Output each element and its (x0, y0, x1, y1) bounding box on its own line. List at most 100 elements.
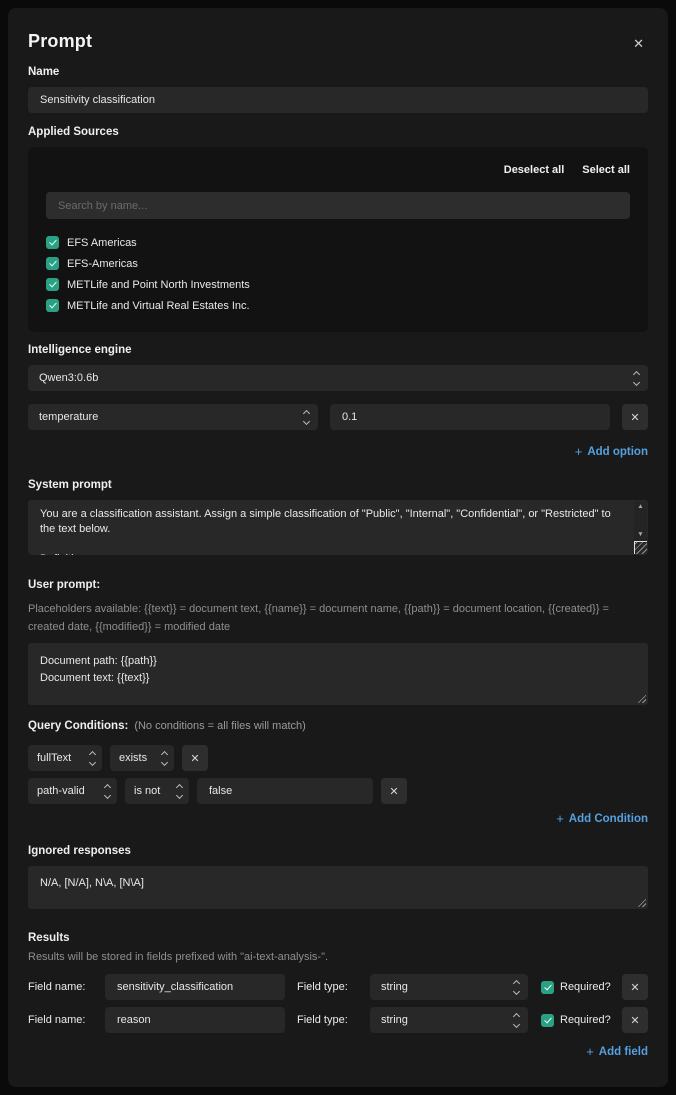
condition-operator-value: exists (119, 752, 147, 764)
results-hint: Results will be stored in fields prefixe… (28, 950, 648, 965)
add-field-label: Add field (599, 1046, 648, 1058)
system-prompt-textarea[interactable]: You are a classification assistant. Assi… (28, 500, 648, 555)
deselect-all-button[interactable]: Deselect all (504, 164, 565, 176)
source-checkbox[interactable] (46, 299, 59, 312)
remove-field-button[interactable]: ✕ (622, 974, 648, 1000)
scrollbar[interactable]: ▲ ▼ (634, 501, 647, 541)
add-option-button[interactable]: + Add option (575, 444, 648, 459)
chevron-updown-icon (177, 785, 182, 798)
scroll-down-icon[interactable]: ▼ (637, 532, 643, 539)
close-icon[interactable]: ✕ (629, 33, 648, 54)
condition-operator-select[interactable]: is not (125, 778, 189, 804)
source-checkbox[interactable] (46, 278, 59, 291)
prompt-modal: Prompt ✕ Name Applied Sources Deselect a… (8, 8, 668, 1087)
applied-sources-panel: Deselect all Select all EFS Americas EFS… (28, 147, 648, 332)
field-type-label: Field type: (297, 981, 370, 993)
add-condition-button[interactable]: + Add Condition (556, 811, 648, 826)
query-conditions-header: Query Conditions: (No conditions = all f… (28, 720, 648, 732)
page-title: Prompt (28, 31, 92, 52)
required-group: Required? (541, 1014, 611, 1027)
condition-field-select[interactable]: path-valid (28, 778, 117, 804)
chevron-updown-icon (162, 752, 167, 765)
add-condition-label: Add Condition (569, 813, 648, 825)
field-type-select[interactable]: string (370, 1007, 528, 1033)
result-field-row: Field name: Field type: string Required?… (28, 1007, 648, 1033)
check-icon (49, 259, 57, 267)
add-condition-row: + Add Condition (28, 811, 648, 826)
results-label: Results (28, 932, 648, 944)
query-conditions-label: Query Conditions: (28, 720, 128, 732)
remove-condition-button[interactable]: ✕ (182, 745, 208, 771)
required-checkbox[interactable] (541, 1014, 554, 1027)
check-icon (544, 982, 552, 990)
field-type-select[interactable]: string (370, 974, 528, 1000)
engine-select-value: Qwen3:0.6b (39, 372, 98, 384)
source-label: EFS Americas (67, 237, 137, 249)
source-label: METLife and Point North Investments (67, 279, 250, 291)
source-row: METLife and Virtual Real Estates Inc. (46, 299, 630, 312)
ignored-responses-label: Ignored responses (28, 845, 648, 857)
check-icon (49, 280, 57, 288)
search-input[interactable] (46, 192, 630, 219)
engine-select[interactable]: Qwen3:0.6b (28, 365, 648, 391)
modal-content: Prompt ✕ Name Applied Sources Deselect a… (8, 8, 668, 1079)
condition-operator-select[interactable]: exists (110, 745, 174, 771)
field-name-input[interactable] (105, 974, 285, 1000)
required-group: Required? (541, 981, 611, 994)
option-value-input[interactable] (330, 404, 610, 430)
field-name-label: Field name: (28, 1014, 105, 1026)
source-checkbox[interactable] (46, 236, 59, 249)
intelligence-engine-label: Intelligence engine (28, 344, 648, 356)
user-prompt-textarea[interactable]: Document path: {{path}} Document text: {… (28, 643, 648, 705)
check-icon (49, 301, 57, 309)
modal-header: Prompt ✕ (28, 31, 648, 54)
user-prompt-text: Document path: {{path}} Document text: {… (28, 643, 648, 697)
check-icon (544, 1015, 552, 1023)
user-prompt-hint: Placeholders available: {{text}} = docum… (28, 600, 648, 636)
query-conditions-hint: (No conditions = all files will match) (134, 720, 305, 732)
condition-value-input[interactable] (197, 778, 373, 804)
condition-field-select[interactable]: fullText (28, 745, 102, 771)
condition-row: fullText exists ✕ (28, 745, 648, 771)
ignored-responses-textarea[interactable]: N/A, [N/A], N\A, [N\A] (28, 866, 648, 909)
required-label: Required? (560, 1014, 611, 1026)
check-icon (49, 238, 57, 246)
resize-grip[interactable] (634, 541, 647, 554)
option-key-select[interactable]: temperature (28, 404, 318, 430)
source-row: METLife and Point North Investments (46, 278, 630, 291)
chevron-updown-icon (514, 981, 519, 994)
field-name-input[interactable] (105, 1007, 285, 1033)
required-label: Required? (560, 981, 611, 993)
name-label: Name (28, 66, 648, 78)
add-option-row: + Add option (28, 444, 648, 459)
add-field-row: + Add field (28, 1044, 648, 1059)
remove-condition-button[interactable]: ✕ (381, 778, 407, 804)
applied-sources-label: Applied Sources (28, 126, 648, 138)
system-prompt-label: System prompt (28, 479, 648, 491)
condition-field-value: path-valid (37, 785, 85, 797)
result-field-row: Field name: Field type: string Required?… (28, 974, 648, 1000)
source-checkbox[interactable] (46, 257, 59, 270)
user-prompt-label: User prompt: (28, 579, 648, 591)
remove-option-button[interactable]: ✕ (622, 404, 648, 430)
source-row: EFS-Americas (46, 257, 630, 270)
field-type-value: string (381, 1014, 408, 1026)
chevron-updown-icon (105, 785, 110, 798)
name-input[interactable] (28, 87, 648, 113)
scroll-up-icon[interactable]: ▲ (637, 504, 643, 511)
condition-operator-value: is not (134, 785, 160, 797)
condition-row: path-valid is not ✕ (28, 778, 648, 804)
plus-icon: + (556, 811, 564, 826)
remove-field-button[interactable]: ✕ (622, 1007, 648, 1033)
system-prompt-text: You are a classification assistant. Assi… (28, 500, 648, 555)
source-row: EFS Americas (46, 236, 630, 249)
field-type-value: string (381, 981, 408, 993)
chevron-updown-icon (514, 1014, 519, 1027)
required-checkbox[interactable] (541, 981, 554, 994)
source-label: EFS-Americas (67, 258, 138, 270)
chevron-updown-icon (634, 372, 639, 385)
engine-option-row: temperature ✕ (28, 404, 648, 430)
select-all-button[interactable]: Select all (582, 164, 630, 176)
plus-icon: + (575, 444, 583, 459)
add-field-button[interactable]: + Add field (586, 1044, 648, 1059)
